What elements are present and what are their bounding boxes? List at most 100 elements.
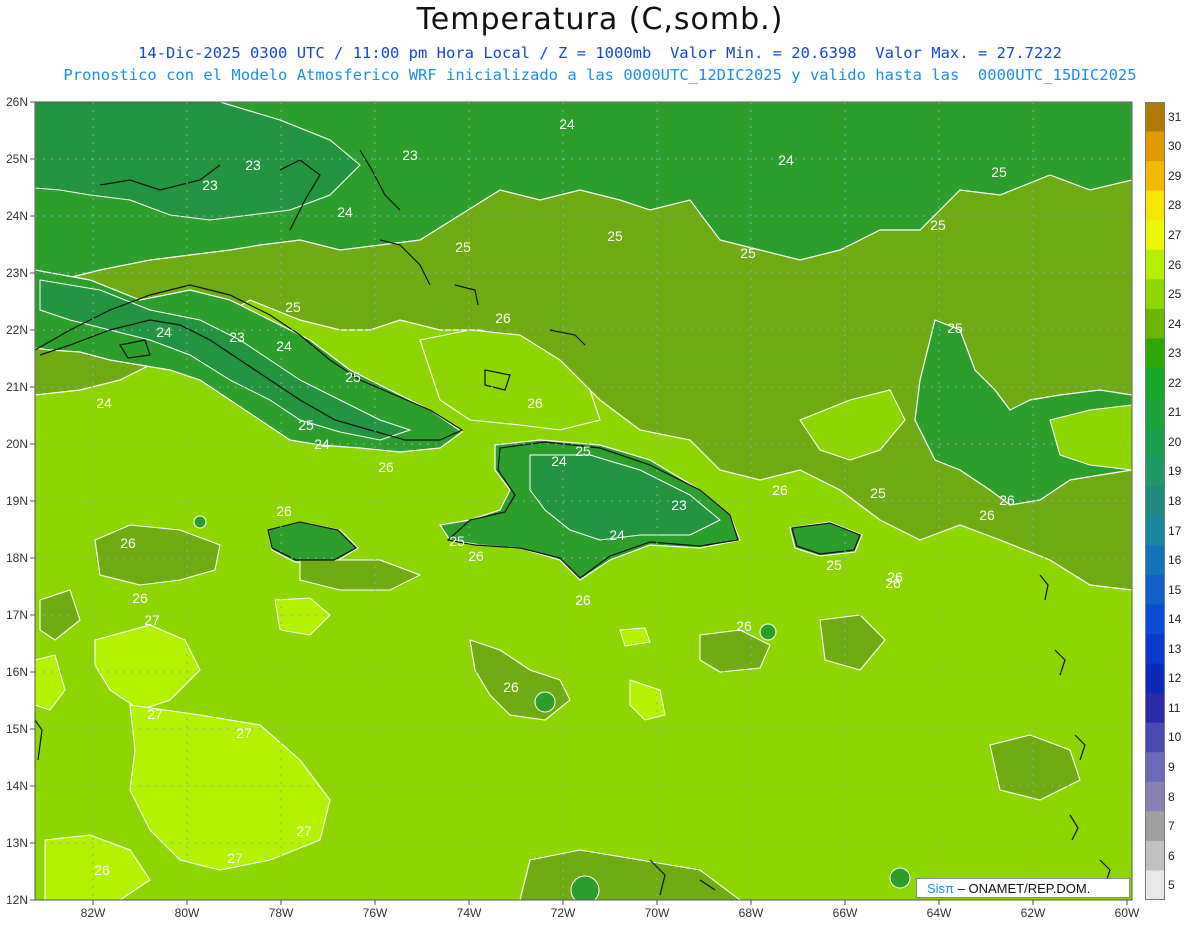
colorbar-level-label: 31 — [1168, 109, 1182, 124]
colorbar-swatch — [1145, 663, 1165, 694]
contour-label: 26 — [575, 592, 591, 608]
colorbar-level-label: 7 — [1168, 819, 1175, 834]
contour-label: 25 — [930, 217, 946, 233]
colorbar-level-label: 24 — [1168, 316, 1182, 331]
temperature-map: 242423232324252525252524 2325242525242626… — [6, 95, 1140, 920]
lon-tick-label: 62W — [1021, 906, 1046, 920]
colorbar-swatch — [1145, 811, 1165, 842]
contour-label: 27 — [296, 823, 312, 839]
colorbar-level-label: 8 — [1168, 789, 1175, 804]
colorbar — [1145, 102, 1165, 900]
colorbar-swatch — [1145, 279, 1165, 310]
colorbar-swatch — [1145, 397, 1165, 428]
colorbar-level-label: 19 — [1168, 464, 1182, 479]
contour-label: 25 — [449, 533, 465, 549]
colorbar-swatch — [1145, 190, 1165, 221]
colorbar-level-label: 18 — [1168, 494, 1182, 508]
colorbar-level-label: 9 — [1168, 760, 1175, 774]
contour-label: 24 — [156, 324, 172, 340]
contour-label: 23 — [245, 157, 261, 173]
lat-tick-label: 18N — [6, 551, 28, 565]
contour-label: 24 — [778, 152, 794, 168]
lon-tick-label: 74W — [457, 906, 482, 920]
colorbar-swatch — [1145, 604, 1165, 635]
credit-org: ONAMET/REP.DOM. — [968, 881, 1091, 896]
lat-tick-label: 15N — [6, 722, 28, 736]
lat-tick-label: 19N — [6, 494, 28, 508]
colorbar-level-label: 17 — [1168, 523, 1182, 538]
colorbar-swatch — [1145, 220, 1165, 251]
lon-tick-label: 80W — [175, 906, 200, 920]
contour-label: 25 — [345, 369, 361, 385]
contour-label: 26 — [503, 679, 519, 695]
colorbar-swatch — [1145, 249, 1165, 280]
contour-label: 24 — [314, 436, 330, 452]
lon-tick-label: 76W — [363, 906, 388, 920]
lon-tick-label: 72W — [551, 906, 576, 920]
lon-tick-label: 78W — [269, 906, 294, 920]
colorbar-level-label: 30 — [1168, 139, 1182, 154]
contour-label: 24 — [551, 453, 567, 469]
lat-tick-label: 21N — [6, 380, 28, 394]
colorbar-level-label: 29 — [1168, 168, 1182, 183]
colorbar-level-label: 11 — [1168, 700, 1181, 715]
colorbar-level-label: 16 — [1168, 553, 1182, 568]
contour-label: 26 — [736, 618, 752, 634]
contour-label: 27 — [147, 706, 163, 722]
contour-label: 25 — [285, 299, 301, 315]
colorbar-level-label: 26 — [1168, 257, 1182, 272]
colorbar-swatch — [1145, 840, 1165, 871]
lat-tick-label: 20N — [6, 437, 28, 451]
contour-label: 25 — [455, 239, 471, 255]
lat-tick-label: 13N — [6, 836, 28, 850]
colorbar-swatch — [1145, 574, 1165, 605]
contour-label: 24 — [96, 395, 112, 411]
lat-tick-label: 26N — [6, 95, 28, 109]
colorbar-level-label: 20 — [1168, 434, 1182, 449]
contour-label: 26 — [132, 590, 148, 606]
colorbar-swatch — [1145, 368, 1165, 399]
lat-tick-label: 24N — [6, 209, 28, 223]
contour-label: 25 — [870, 485, 886, 501]
colorbar-level-label: 5 — [1168, 878, 1175, 893]
lon-tick-label: 64W — [927, 906, 952, 920]
contour-label: 27 — [144, 612, 160, 628]
latitude-axis: 26N 25N 24N 23N 22N 21N 20N 19N 18N 17N 16N 15N 14N 1… — [6, 95, 35, 907]
colorbar-swatch — [1145, 545, 1165, 576]
field-24-spot-a — [534, 691, 556, 713]
colorbar-swatch — [1145, 102, 1165, 133]
credit-brand: Sisπ — [927, 881, 955, 896]
colorbar-level-label: 10 — [1168, 730, 1182, 745]
contour-label: 26 — [772, 482, 788, 498]
lat-tick-label: 17N — [6, 608, 28, 622]
colorbar-level-label: 12 — [1168, 671, 1182, 686]
contour-label: 26 — [94, 862, 110, 878]
contour-label: 25 — [298, 417, 314, 433]
colorbar-level-label: 27 — [1168, 228, 1182, 242]
contour-label: 25 — [947, 320, 963, 336]
contour-label: 23 — [671, 497, 687, 513]
colorbar-swatch — [1145, 722, 1165, 753]
contour-label: 26 — [527, 395, 543, 411]
colorbar-swatch — [1145, 515, 1165, 546]
colorbar-level-label: 14 — [1168, 612, 1182, 627]
lat-tick-label: 22N — [6, 323, 28, 337]
credit-box: Sisπ – ONAMET/REP.DOM. — [916, 878, 1130, 898]
contour-label: 25 — [740, 245, 756, 261]
contour-label: 23 — [202, 177, 218, 193]
colorbar-level-label: 23 — [1168, 346, 1182, 361]
colorbar-level-label: 25 — [1168, 287, 1182, 302]
colorbar-level-label: 28 — [1168, 198, 1182, 213]
colorbar-level-label: 21 — [1168, 405, 1182, 420]
contour-label: 24 — [276, 338, 292, 354]
credit-separator: – — [954, 881, 969, 896]
colorbar-swatch — [1145, 308, 1165, 339]
colorbar-level-label: 13 — [1168, 641, 1182, 656]
lat-tick-label: 14N — [6, 779, 28, 793]
contour-label: 27 — [236, 725, 252, 741]
contour-label: 25 — [826, 557, 842, 573]
contour-label: 27 — [227, 850, 243, 866]
contour-label: 25 — [607, 228, 623, 244]
colorbar-level-label: 15 — [1168, 582, 1182, 597]
colorbar-swatch — [1145, 486, 1165, 517]
